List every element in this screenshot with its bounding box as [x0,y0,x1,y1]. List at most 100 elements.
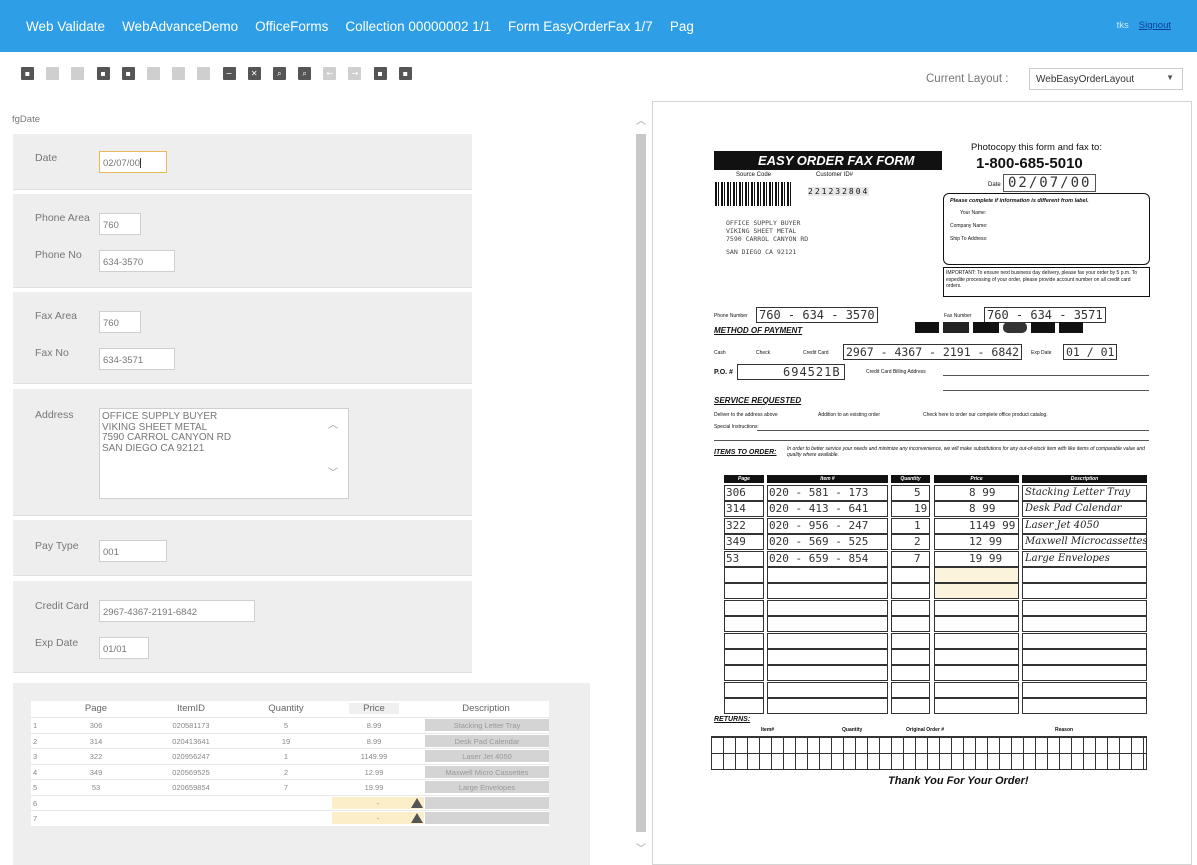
cell-itemid[interactable]: 020956247 [156,752,226,761]
current-field-name: fgDate [12,114,40,125]
cell-page[interactable]: 349 [66,768,126,777]
cell-price[interactable]: 8.99 [349,721,399,730]
cell-description[interactable]: Large Envelopes [425,781,549,793]
breadcrumb-page[interactable]: Pag [670,19,694,34]
breadcrumb-webadvancedemo[interactable]: WebAdvanceDemo [122,19,238,34]
scroll-down-icon[interactable]: ﹀ [636,840,646,855]
doc-item-row [714,616,1150,633]
table-row[interactable]: 5 53 020659854 7 19.99 Large Envelopes [31,779,549,795]
doc-ret-quantity: Quantity [842,727,863,733]
date-input[interactable]: 02/07/00 [99,151,167,173]
zoom-in-icon[interactable]: ⌕ [272,67,286,80]
cell-description[interactable] [425,812,549,824]
cell-page[interactable]: 322 [66,752,126,761]
col-description[interactable]: Description [431,703,541,714]
fax-no-input[interactable]: 634-3571 [99,348,175,370]
doc-cell [1022,698,1147,715]
fit-icon[interactable]: ✕ [247,67,261,80]
cell-price[interactable]: 1149.99 [349,752,399,761]
phone-no-input[interactable]: 634-3570 [99,250,175,272]
doc-price-value: 8 99 [969,486,996,499]
table-row[interactable]: 4 349 020569525 2 12.99 Maxwell Micro Cassett… [31,763,549,780]
table-row[interactable]: 1 306 020581173 5 8.99 Stacking Letter Tray [31,717,549,733]
scroll-up-icon[interactable]: ︿ [328,420,338,432]
layout-select[interactable]: WebEasyOrderLayout ▼ [1029,68,1183,90]
doc-address-line: SAN DIEGO CA 92121 [726,248,797,256]
cell-description[interactable]: Stacking Letter Tray [425,719,549,731]
username: tks [1116,20,1129,31]
breadcrumb-form[interactable]: Form EasyOrderFax 1/7 [508,19,653,34]
cell-quantity[interactable]: 5 [251,721,321,730]
doc-col-page: Page [724,475,764,483]
cell-page[interactable]: 306 [66,721,126,730]
phone-area-input[interactable]: 760 [99,213,141,235]
table-row[interactable]: 7- [31,810,549,826]
cell-description[interactable]: Desk Pad Calendar [425,734,549,747]
doc-date-value: 02/07/00 [1003,174,1097,192]
cell-description[interactable] [425,796,549,809]
cell-page[interactable]: 314 [66,737,126,746]
scroll-up-icon[interactable]: ︿ [636,112,646,127]
col-price[interactable]: Price [349,703,399,714]
signout-link[interactable]: Signout [1139,20,1171,31]
exp-date-input[interactable]: 01/01 [99,637,149,659]
doc-cell [891,534,930,551]
cell-itemid[interactable]: 020413641 [156,737,226,746]
split-right-icon[interactable]: ▪ [398,67,412,80]
save-all-icon[interactable]: ▪ [96,67,110,80]
scrollbar-thumb[interactable] [636,134,646,832]
cell-price[interactable]: 19.99 [349,783,399,792]
save-icon[interactable]: ▪ [21,67,34,80]
next-icon[interactable]: → [348,67,362,80]
document-viewer[interactable]: EASY ORDER FAX FORM Source Code Customer… [652,101,1192,865]
col-page[interactable]: Page [66,703,126,714]
table-row[interactable]: 3 322 020956247 1 1149.99 Laser Jet 4050 [31,748,549,764]
cell-itemid[interactable]: 020659854 [156,783,226,792]
cell-price[interactable]: 8.99 [349,737,399,746]
paste-icon[interactable] [71,67,85,80]
cell-itemid[interactable]: 020581173 [156,721,226,730]
fax-panel: Fax Area 760 Fax No 634-3571 [13,292,472,384]
prev-icon[interactable]: ← [323,67,337,80]
doc-item-row: 314 020 - 413 - 641 19 8 99 Desk Pad Calenda… [714,501,1150,518]
col-quantity[interactable]: Quantity [251,703,321,714]
copy-icon[interactable] [46,67,60,80]
pay-type-input[interactable]: 001 [99,540,167,562]
table-row[interactable]: 6- [31,794,549,811]
delete-icon[interactable]: ▪ [121,67,135,80]
doc-item-row [714,698,1150,715]
cell-quantity[interactable]: 2 [251,768,321,777]
cell-price[interactable]: 12.99 [349,768,399,777]
doc-cell [724,649,764,665]
breadcrumb-collection[interactable]: Collection 00000002 1/1 [345,19,491,34]
cell-quantity[interactable]: 19 [251,737,321,746]
cell-itemid[interactable]: 020569525 [156,768,226,777]
cell-description[interactable]: Maxwell Micro Cassettes [425,765,549,778]
form-scrollbar[interactable]: ︿ ﹀ [634,112,648,865]
cell-quantity[interactable]: 1 [251,752,321,761]
remove-page-icon[interactable] [197,67,211,80]
insert-page-icon[interactable] [172,67,186,80]
doc-cell [891,485,930,501]
cell-quantity[interactable]: 7 [251,783,321,792]
page-icon[interactable] [146,67,160,80]
split-left-icon[interactable]: ▪ [373,67,387,80]
credit-card-input[interactable]: 2967-4367-2191-6842 [99,600,255,622]
doc-catalog: Check here to order our complete office … [923,412,1048,418]
doc-special-instructions: Special Instructions: [714,424,759,430]
minus-icon[interactable]: − [222,67,236,80]
cell-page[interactable]: 53 [66,783,126,792]
fax-area-input[interactable]: 760 [99,311,141,333]
address-textarea[interactable]: OFFICE SUPPLY BUYER VIKING SHEET METAL 7… [99,408,349,499]
scroll-down-icon[interactable]: ﹀ [328,468,338,480]
doc-deliver: Deliver to the address above [714,412,778,418]
doc-cell [767,583,888,600]
cell-description[interactable]: Laser Jet 4050 [425,750,549,762]
breadcrumb-web-validate[interactable]: Web Validate [26,19,105,34]
card-logo-icon [1059,322,1083,333]
col-itemid[interactable]: ItemID [156,703,226,714]
zoom-out-icon[interactable]: ⌕ [298,67,312,80]
breadcrumb-officeforms[interactable]: OfficeForms [255,19,328,34]
doc-cell [934,583,1019,600]
table-row[interactable]: 2 314 020413641 19 8.99 Desk Pad Calendar [31,732,549,749]
